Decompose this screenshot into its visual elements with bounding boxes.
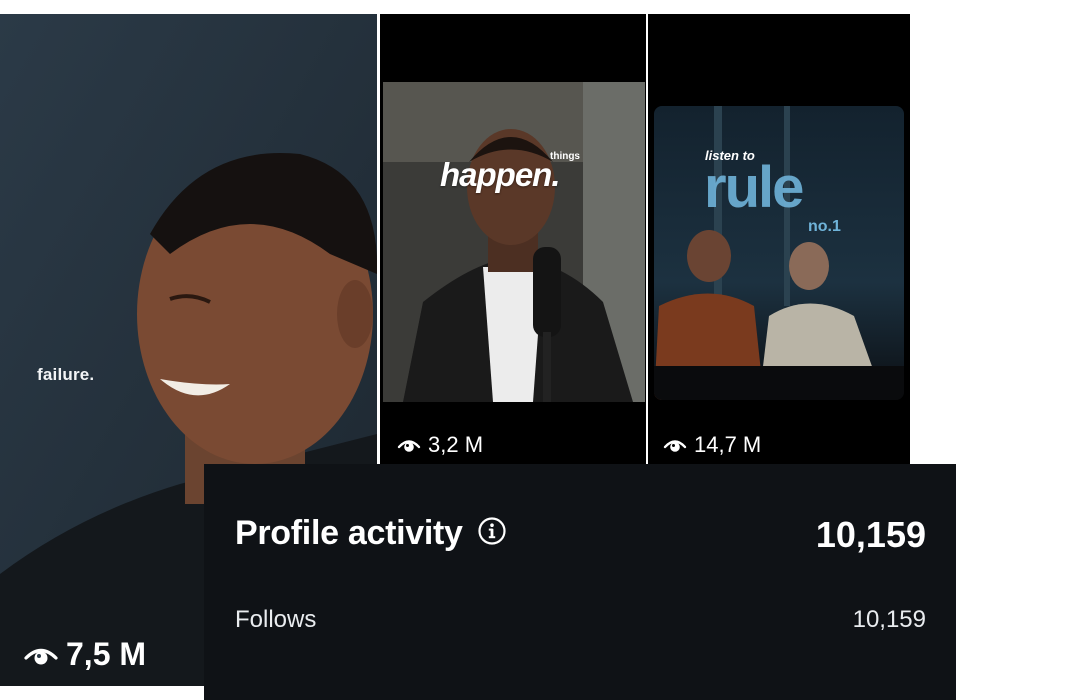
profile-activity-total: 10,159 (815, 514, 926, 555)
view-count: 7,5 M (24, 636, 146, 673)
reel-thumbnail-2 (383, 82, 645, 402)
view-count-value: 14,7 M (694, 432, 762, 457)
profile-activity-card: Profile activity 10,159 Follows 10,159 (204, 464, 956, 700)
view-count: 14,7 M (663, 432, 761, 458)
follows-label: Follows (235, 606, 317, 633)
reel-overlay-title: happen. (440, 156, 561, 193)
reel-thumbnail-3 (654, 106, 904, 400)
reel-overlay-title: rule (704, 155, 804, 220)
follows-value: 10,159 (852, 606, 926, 633)
profile-activity-title: Profile activity (235, 514, 463, 552)
view-count-value: 7,5 M (66, 636, 147, 672)
info-icon[interactable] (477, 516, 507, 551)
reel-overlay-caption: failure. (37, 365, 95, 384)
reel-tile-3[interactable]: listen to rule no.1 14,7 M (648, 14, 910, 472)
eye-icon (397, 436, 421, 454)
reel-overlay-small: no.1 (808, 218, 841, 235)
eye-icon (24, 643, 58, 667)
view-count-value: 3,2 M (428, 432, 484, 457)
eye-icon (663, 436, 687, 454)
profile-activity-header: Profile activity (235, 514, 507, 553)
view-count: 3,2 M (397, 432, 483, 458)
reel-tile-2[interactable]: things happen. 3,2 M (380, 14, 646, 472)
